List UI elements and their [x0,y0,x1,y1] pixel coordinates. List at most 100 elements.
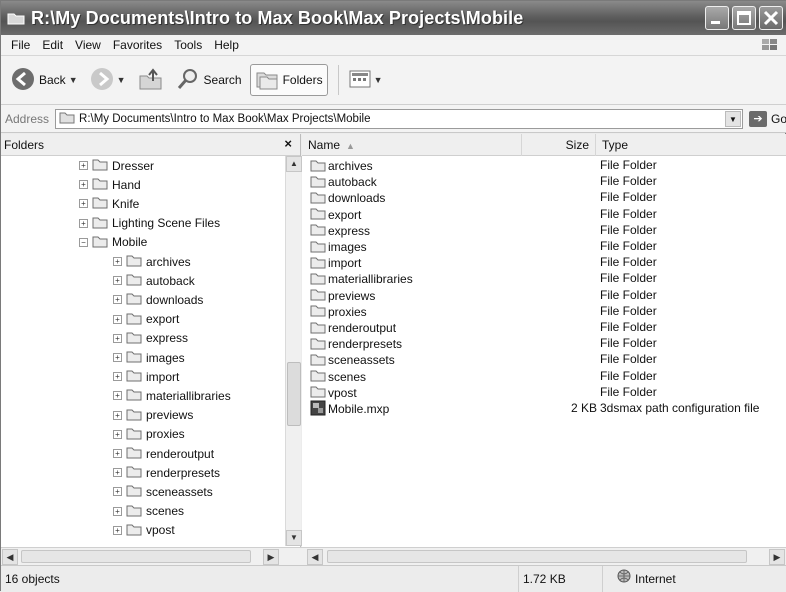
expand-icon[interactable]: + [79,218,88,228]
expand-icon[interactable]: + [79,199,88,209]
tree-item[interactable]: + autoback [113,271,195,290]
file-name: materiallibraries [328,272,413,287]
file-row[interactable]: export File Folder [302,207,786,223]
tree-item[interactable]: + vpost [113,521,175,540]
folder-tree-vertical-scrollbar[interactable]: ▲ ▼ [285,156,302,546]
close-button[interactable] [759,6,783,30]
tree-item[interactable]: + renderoutput [113,444,214,463]
expand-icon[interactable]: + [113,295,122,305]
tree-item[interactable]: + materiallibraries [113,386,231,405]
dropdown-arrow-icon[interactable]: ▼ [374,75,383,85]
search-button[interactable]: Search [172,64,246,96]
folder-tree-horizontal-scrollbar[interactable]: ◀ ▶ [1,547,301,565]
file-row[interactable]: vpost File Folder [302,385,786,401]
expand-icon[interactable]: + [113,353,122,362]
column-header-name[interactable]: Name ▲ [302,134,522,156]
menu-view[interactable]: View [69,38,107,52]
tree-item[interactable]: + scenes [113,502,184,521]
scrollbar-thumb[interactable] [21,550,251,563]
expand-icon[interactable]: + [113,276,122,286]
scrollbar-thumb[interactable] [287,362,301,426]
views-button[interactable]: ▼ [345,64,387,96]
menu-edit[interactable]: Edit [36,38,69,52]
tree-item[interactable]: + archives [113,252,191,271]
address-dropdown-button[interactable]: ▼ [724,110,741,127]
file-row[interactable]: archives File Folder [302,158,786,174]
tree-item[interactable]: + Knife [79,194,139,213]
scroll-right-button[interactable]: ▶ [769,549,785,565]
tree-item[interactable]: + sceneassets [113,482,213,501]
title-bar[interactable]: R:\My Documents\Intro to Max Book\Max Pr… [1,1,786,35]
scroll-right-button[interactable]: ▶ [263,549,279,565]
expand-icon[interactable]: + [113,525,122,535]
dropdown-arrow-icon[interactable]: ▼ [69,75,78,85]
tree-item[interactable]: + Hand [79,175,141,194]
folders-button[interactable]: Folders [249,64,328,96]
file-row[interactable]: images File Folder [302,239,786,255]
expand-icon[interactable]: + [113,314,122,324]
file-row[interactable]: Mobile.mxp 2 KB 3dsmax path configuration … [302,400,786,417]
search-icon [176,67,200,94]
scroll-down-button[interactable]: ▼ [286,530,302,546]
expand-icon[interactable]: + [79,161,88,170]
tree-item[interactable]: + express [113,329,188,348]
tree-item[interactable]: + images [113,348,185,367]
column-header-type[interactable]: Type [596,134,786,156]
collapse-icon[interactable]: − [79,237,88,247]
dropdown-arrow-icon[interactable]: ▼ [117,75,126,85]
expand-icon[interactable]: + [113,506,122,516]
forward-button[interactable]: ▼ [86,64,130,96]
expand-icon[interactable]: + [113,410,122,420]
menu-help[interactable]: Help [208,38,245,52]
expand-icon[interactable]: + [79,180,88,190]
file-row[interactable]: proxies File Folder [302,304,786,320]
up-folder-button[interactable] [134,64,168,96]
tree-item[interactable]: + proxies [113,425,185,444]
file-type: File Folder [600,271,657,286]
file-row[interactable]: materiallibraries File Folder [302,271,786,287]
maximize-button[interactable] [732,6,756,30]
expand-icon[interactable]: + [113,487,122,497]
menu-file[interactable]: File [5,38,36,52]
tree-item[interactable]: + export [113,310,179,329]
go-button[interactable]: ➔ Go [748,110,786,127]
scrollbar-thumb[interactable] [327,550,747,563]
expand-icon[interactable]: + [113,429,122,439]
folder-icon [126,253,142,270]
file-row[interactable]: express File Folder [302,223,786,239]
file-row[interactable]: scenes File Folder [302,369,786,385]
tree-item[interactable]: + import [113,367,179,386]
address-input[interactable]: R:\My Documents\Intro to Max Book\Max Pr… [55,108,743,129]
file-row[interactable]: downloads File Folder [302,190,786,206]
scroll-left-button[interactable]: ◀ [307,549,323,565]
expand-icon[interactable]: + [113,333,122,343]
file-list-header: Name ▲ Size Type [302,134,786,156]
folders-pane: Folders × + Dresser + Hand + Knife + Lighting S… [1,134,302,547]
back-button[interactable]: Back ▼ [7,64,82,96]
tree-item[interactable]: − Mobile [79,233,147,252]
tree-item[interactable]: + renderpresets [113,463,220,482]
expand-icon[interactable]: + [113,372,122,382]
tree-item[interactable]: + downloads [113,290,203,309]
expand-icon[interactable]: + [113,449,122,458]
file-row[interactable]: import File Folder [302,255,786,271]
column-header-size[interactable]: Size [522,134,596,156]
file-list-horizontal-scrollbar[interactable]: ◀ ▶ [301,547,786,565]
close-pane-button[interactable]: × [284,136,292,151]
minimize-button[interactable] [705,6,729,30]
file-row[interactable]: autoback File Folder [302,174,786,190]
file-row[interactable]: renderpresets File Folder [302,336,786,352]
file-row[interactable]: sceneassets File Folder [302,352,786,368]
tree-item[interactable]: + previews [113,406,193,425]
scroll-left-button[interactable]: ◀ [2,549,18,565]
expand-icon[interactable]: + [113,257,122,266]
expand-icon[interactable]: + [113,468,122,478]
menu-tools[interactable]: Tools [168,38,208,52]
scroll-up-button[interactable]: ▲ [286,156,302,172]
tree-item[interactable]: + Dresser [79,156,154,175]
file-row[interactable]: renderoutput File Folder [302,320,786,336]
menu-favorites[interactable]: Favorites [107,38,168,52]
tree-item[interactable]: + Lighting Scene Files [79,214,220,233]
file-row[interactable]: previews File Folder [302,288,786,304]
expand-icon[interactable]: + [113,391,122,401]
